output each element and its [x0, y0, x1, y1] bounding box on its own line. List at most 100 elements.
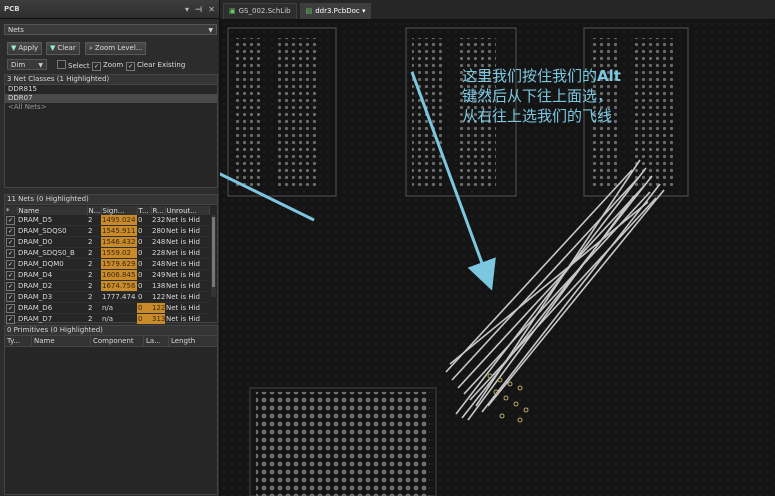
net-name: DRAM_D7 [17, 313, 87, 325]
select-checkbox[interactable]: Select [57, 60, 90, 70]
tab-schlib[interactable]: ▣ GS_002.SchLib [223, 3, 297, 19]
scrollbar-thumb[interactable] [212, 217, 215, 287]
nets-scrollbar[interactable] [211, 215, 216, 297]
dropdown-icon[interactable]: ▾ [185, 5, 189, 14]
table-row[interactable]: ✓ DRAM_D4 2 1606.845 0 249 Net is Hid [5, 269, 209, 281]
table-row[interactable]: ✓ DRAM_D5 2 1495.024 0 232 Net is Hid [5, 215, 209, 226]
table-row[interactable]: ✓ DRAM_D6 2 n/a 0 122 Net is Hid [5, 302, 209, 314]
signal-length: 1579.629 [101, 258, 137, 270]
visible-checkbox[interactable]: ✓ [5, 269, 17, 281]
table-row[interactable]: ✓ DRAM_SDQS0 2 1545.911 0 280 Net is Hid [5, 225, 209, 237]
funnel-icon: ▼ [11, 44, 17, 52]
primitives-header: 0 Primitives (0 Highlighted) [5, 326, 217, 336]
tab-label: ddr3.PcbDoc [315, 7, 360, 15]
column-header[interactable]: Unrout... [165, 206, 210, 215]
net-name: DRAM_SDQS0 [17, 225, 87, 237]
track-count: 0 [137, 280, 151, 292]
nets-section: 11 Nets (0 Highlighted) * Name N... Sign… [4, 194, 218, 325]
column-header[interactable]: T... [137, 206, 152, 215]
table-row[interactable]: ✓ DRAM_D7 2 n/a 0 313 Net is Hid [5, 313, 209, 325]
chevron-down-icon: ▼ [38, 62, 43, 69]
component-bga[interactable] [249, 387, 437, 496]
column-header[interactable]: R... [151, 206, 166, 215]
visible-checkbox[interactable]: ✓ [5, 236, 17, 248]
chevron-down-icon: ▾ [361, 7, 366, 15]
visible-checkbox[interactable]: ✓ [5, 247, 17, 259]
zoom-level-button[interactable]: ⌕ Zoom Level... [85, 42, 147, 55]
column-header[interactable]: La... [144, 336, 169, 346]
net-name: DRAM_D5 [17, 215, 87, 226]
select-label: Select [68, 62, 90, 70]
clear-button[interactable]: ▼ Clear [46, 42, 80, 55]
list-item-label: DDR815 [8, 85, 38, 93]
column-header[interactable]: Name [17, 206, 88, 215]
track-count: 0 [137, 269, 151, 281]
checkmark-icon: ✓ [6, 304, 15, 313]
column-header[interactable]: Name [32, 336, 91, 346]
column-header[interactable]: Length [169, 336, 211, 346]
apply-button[interactable]: ▼ Apply [7, 42, 43, 55]
visible-checkbox[interactable]: ✓ [5, 302, 17, 314]
table-row[interactable]: ✓ DRAM_SDQS0_B 2 1559.02 0 228 Net is Hid [5, 247, 209, 259]
visible-checkbox[interactable]: ✓ [5, 258, 17, 270]
routed-length: 280 [151, 225, 165, 237]
unrouted-status: Net is Hid [165, 280, 209, 292]
node-count: 2 [87, 269, 101, 281]
track-count: 0 [137, 258, 151, 270]
panel-titlebar: PCB ▾ ⊣ ✕ [0, 0, 219, 19]
routed-length: 232 [151, 215, 165, 226]
routed-length: 122 [151, 291, 165, 303]
signal-length: 1777.474 [101, 291, 137, 303]
table-row[interactable]: ✓ DRAM_D3 2 1777.474 0 122 Net is Hid [5, 291, 209, 303]
zoom-checkbox[interactable]: ✓ Zoom [92, 60, 123, 71]
annotation-fragment: 这里我们按住我们的 [462, 67, 598, 85]
signal-length: n/a [101, 313, 137, 325]
filter-select[interactable]: Nets ▼ [4, 24, 217, 35]
table-row[interactable]: ✓ DRAM_DQM0 2 1579.629 0 248 Net is Hid [5, 258, 209, 270]
schematic-lib-icon: ▣ [229, 7, 236, 15]
column-header[interactable]: N... [87, 206, 102, 215]
list-item[interactable]: <All Nets> [5, 103, 217, 112]
node-count: 2 [87, 302, 101, 314]
list-item[interactable]: DDR815 [5, 85, 217, 94]
column-header[interactable]: Component [91, 336, 144, 346]
list-item[interactable]: DDR07 [5, 94, 217, 103]
signal-length: 1606.845 [101, 269, 137, 281]
annotation-text: 这里我们按住我们的Alt 键然后从下往上面选， 从右往上选我们的飞线 [462, 66, 762, 126]
pcb-panel: PCB ▾ ⊣ ✕ Nets ▼ ▼ Apply ▼ Clear ⌕ Zoom Lev… [0, 0, 220, 496]
visible-checkbox[interactable]: ✓ [5, 291, 17, 303]
checkmark-icon: ✓ [6, 249, 15, 258]
table-row[interactable]: ✓ DRAM_D0 2 1546.432 0 248 Net is Hid [5, 236, 209, 248]
unrouted-status: Net is Hid [165, 291, 209, 303]
clear-existing-checkbox[interactable]: ✓ Clear Existing [126, 60, 186, 71]
pad-array [234, 38, 264, 188]
tab-pcbdoc[interactable]: ▤ ddr3.PcbDoc ▾ [299, 3, 372, 19]
routed-length: 122 [151, 302, 165, 314]
node-count: 2 [87, 247, 101, 259]
signal-length: n/a [101, 302, 137, 314]
clear-label: Clear [57, 44, 76, 52]
track-count: 0 [137, 291, 151, 303]
visible-checkbox[interactable]: ✓ [5, 215, 17, 226]
routed-length: 228 [151, 247, 165, 259]
pin-icon[interactable]: ⊣ [195, 5, 202, 14]
nets-header: 11 Nets (0 Highlighted) [5, 195, 217, 205]
unrouted-status: Net is Hid [165, 247, 209, 259]
column-header[interactable]: * [5, 206, 18, 215]
visible-checkbox[interactable]: ✓ [5, 225, 17, 237]
checkmark-icon: ✓ [92, 62, 101, 71]
tab-label: GS_002.SchLib [238, 7, 291, 15]
clear-existing-label: Clear Existing [137, 61, 186, 69]
column-header[interactable]: Ty... [5, 336, 32, 346]
mode-select-value: Dim [11, 61, 26, 69]
close-icon[interactable]: ✕ [208, 5, 215, 14]
visible-checkbox[interactable]: ✓ [5, 313, 17, 325]
visible-checkbox[interactable]: ✓ [5, 280, 17, 292]
table-row[interactable]: ✓ DRAM_D2 2 1674.756 0 138 Net is Hid [5, 280, 209, 292]
column-header[interactable]: Sign... [101, 206, 138, 215]
routed-length: 248 [151, 236, 165, 248]
routed-length: 313 [151, 313, 165, 325]
node-count: 2 [87, 225, 101, 237]
net-classes-header: 3 Net Classes (1 Highlighted) [5, 75, 217, 85]
mode-select[interactable]: Dim ▼ [7, 59, 47, 70]
